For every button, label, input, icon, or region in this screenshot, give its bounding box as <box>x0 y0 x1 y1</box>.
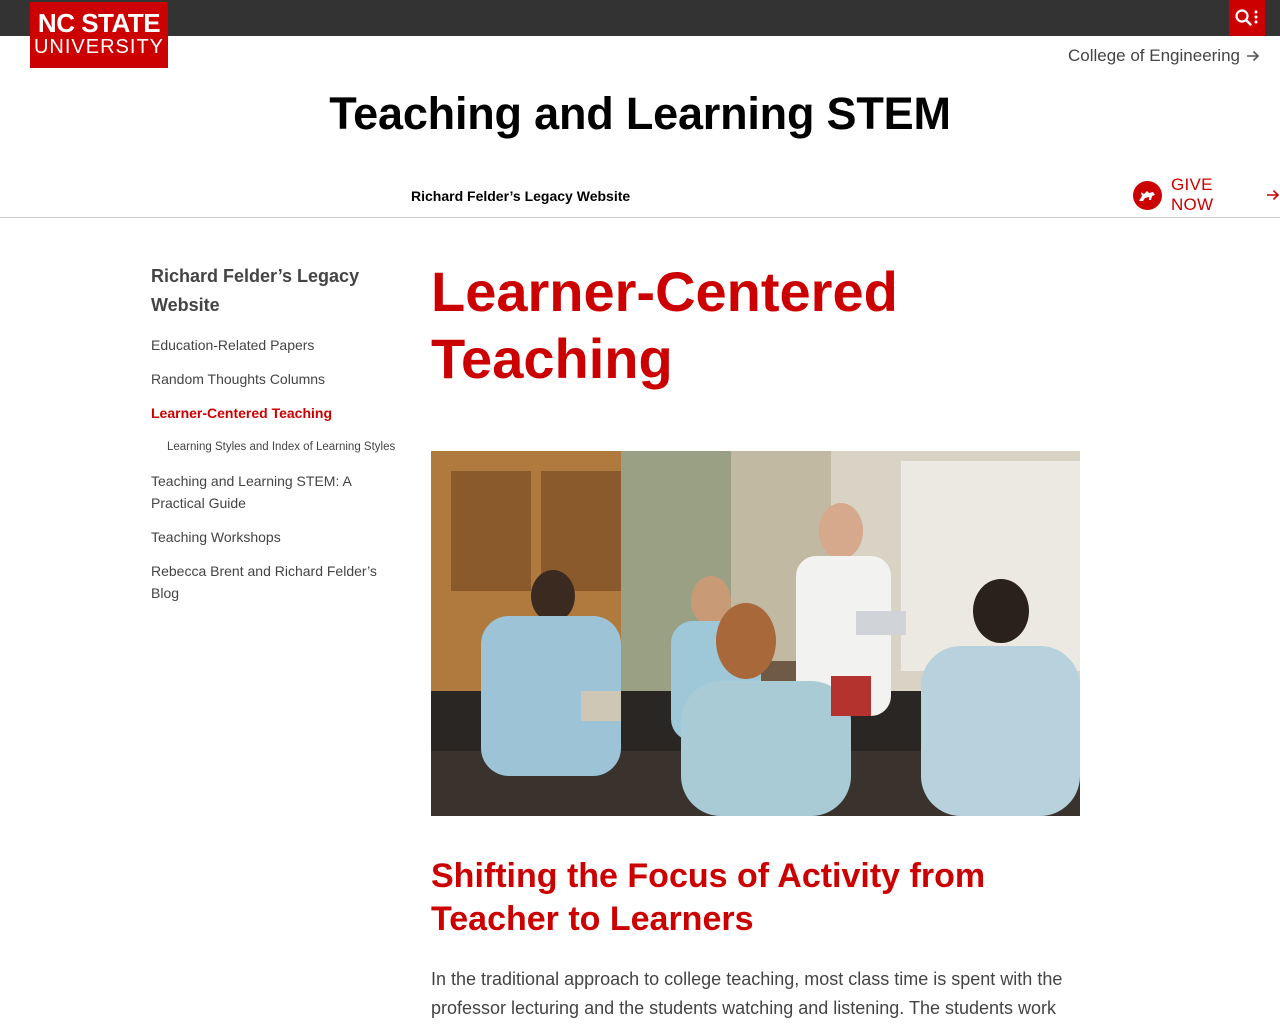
nav-divider <box>0 217 1280 218</box>
section-heading: Shifting the Focus of Activity from Teac… <box>431 857 986 938</box>
search-button[interactable] <box>1229 0 1265 36</box>
nav-item-legacy-website[interactable]: Richard Felder’s Legacy Website <box>411 188 630 204</box>
sidebar-item-learner-centered-teaching[interactable]: Learner-Centered Teaching <box>151 402 406 424</box>
arrow-right-icon <box>1267 189 1280 201</box>
arrow-right-icon <box>1247 50 1260 62</box>
hero-image <box>431 451 1080 816</box>
search-icon <box>1235 9 1258 26</box>
sidebar-list: Education-Related Papers Random Thoughts… <box>151 334 406 604</box>
logo-line-2: UNIVERSITY <box>33 36 165 58</box>
page-title: Learner-Centered Teaching <box>431 260 898 390</box>
sidebar-title[interactable]: Richard Felder’s Legacy Website <box>151 262 406 320</box>
main-content: Learner-Centered Teaching Shifting the F… <box>431 258 1081 1018</box>
ncstate-logo[interactable]: NC STATE UNIVERSITY <box>30 2 168 68</box>
give-now-button[interactable]: GIVE NOW <box>1133 175 1280 214</box>
intro-paragraph: In the traditional approach to college t… <box>431 969 1063 1018</box>
college-link-label: College of Engineering <box>1067 46 1240 65</box>
sidebar-item-education-papers[interactable]: Education-Related Papers <box>151 334 406 356</box>
sidebar-subitem-learning-styles[interactable]: Learning Styles and Index of Learning St… <box>151 436 406 458</box>
college-of-engineering-link[interactable]: College of Engineering <box>1068 46 1260 66</box>
sidebar-item-blog[interactable]: Rebecca Brent and Richard Felder’s Blog <box>151 560 406 604</box>
sidebar-nav: Richard Felder’s Legacy Website Educatio… <box>151 262 406 616</box>
sidebar-item-practical-guide[interactable]: Teaching and Learning STEM: A Practical … <box>151 470 406 514</box>
classroom-photo <box>431 451 1080 816</box>
site-title[interactable]: Teaching and Learning STEM <box>0 88 1280 140</box>
utility-bar <box>0 0 1280 36</box>
give-now-label: GIVE NOW <box>1170 175 1214 214</box>
sidebar-item-random-thoughts[interactable]: Random Thoughts Columns <box>151 368 406 390</box>
sidebar-item-teaching-workshops[interactable]: Teaching Workshops <box>151 526 406 548</box>
wolf-icon <box>1133 180 1162 210</box>
logo-line-1: NC STATE <box>37 8 161 38</box>
